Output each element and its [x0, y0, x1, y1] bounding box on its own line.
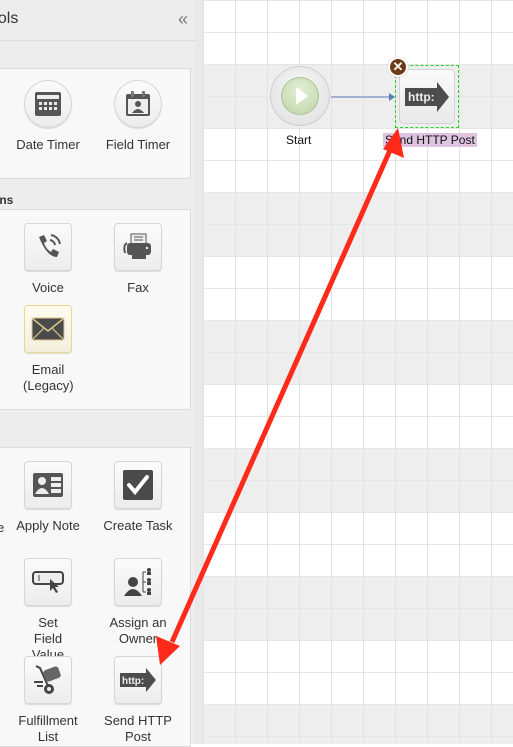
hand-truck-icon — [24, 656, 72, 704]
tool-label: Assign an Owner — [109, 615, 167, 646]
tool-date-timer[interactable]: Date Timer — [3, 80, 93, 153]
tool-label: Send HTTP Post — [104, 713, 172, 744]
sidebar-title: ools — [0, 10, 19, 27]
delete-node-button[interactable]: ✕ — [388, 57, 408, 77]
tool-label: Fax — [127, 280, 149, 295]
start-node[interactable] — [270, 66, 330, 126]
tool-voice[interactable]: Voice — [3, 223, 93, 296]
http-arrow-icon: http: — [114, 656, 162, 704]
svg-text:http:: http: — [122, 676, 144, 687]
tool-label: Voice — [32, 280, 64, 295]
tool-assign-owner[interactable]: Assign an Owner — [93, 558, 183, 647]
calendar-icon — [24, 80, 72, 128]
phone-icon — [24, 223, 72, 271]
tool-send-http-post[interactable]: http: Send HTTP Post — [93, 656, 183, 745]
tool-set-field-value[interactable]: Set Field Value — [3, 558, 93, 663]
sidebar-header: ools « — [0, 0, 195, 41]
envelope-icon — [24, 305, 72, 353]
tool-email-legacy[interactable]: Email (Legacy) — [3, 305, 93, 394]
tool-label: Create Task — [103, 518, 173, 533]
contact-card-icon — [24, 461, 72, 509]
tool-label: Apply Note — [16, 518, 80, 533]
start-node-label: Start — [286, 133, 312, 147]
toolbox-sidebar: ools « Date Timer Field Timer ons Voice … — [0, 0, 203, 747]
send-http-post-node-label[interactable]: Send HTTP Post — [383, 133, 477, 147]
checkbox-icon — [114, 461, 162, 509]
org-chart-person-icon — [114, 558, 162, 606]
tool-apply-note[interactable]: Apply Note — [3, 461, 93, 534]
tool-fax[interactable]: Fax — [93, 223, 183, 296]
tool-label: Field Timer — [105, 137, 171, 152]
field-cursor-icon — [24, 558, 72, 606]
fax-icon — [114, 223, 162, 271]
http-badge-text: http: — [408, 90, 435, 104]
collapse-sidebar-icon[interactable]: « — [178, 9, 188, 30]
tool-fulfillment-list[interactable]: Fulfillment List — [3, 656, 93, 745]
tool-label: Email (Legacy) — [23, 362, 74, 393]
contact-calendar-icon — [114, 80, 162, 128]
section-heading-communications: ons — [0, 193, 14, 207]
tool-label: Date Timer — [16, 137, 80, 152]
http-arrow-icon: http: — [399, 69, 455, 124]
tool-create-task[interactable]: Create Task — [93, 461, 183, 534]
play-icon — [281, 77, 319, 115]
workflow-canvas[interactable] — [203, 0, 513, 744]
tool-field-timer[interactable]: Field Timer — [93, 80, 183, 153]
tool-label: Fulfillment List — [18, 713, 78, 744]
